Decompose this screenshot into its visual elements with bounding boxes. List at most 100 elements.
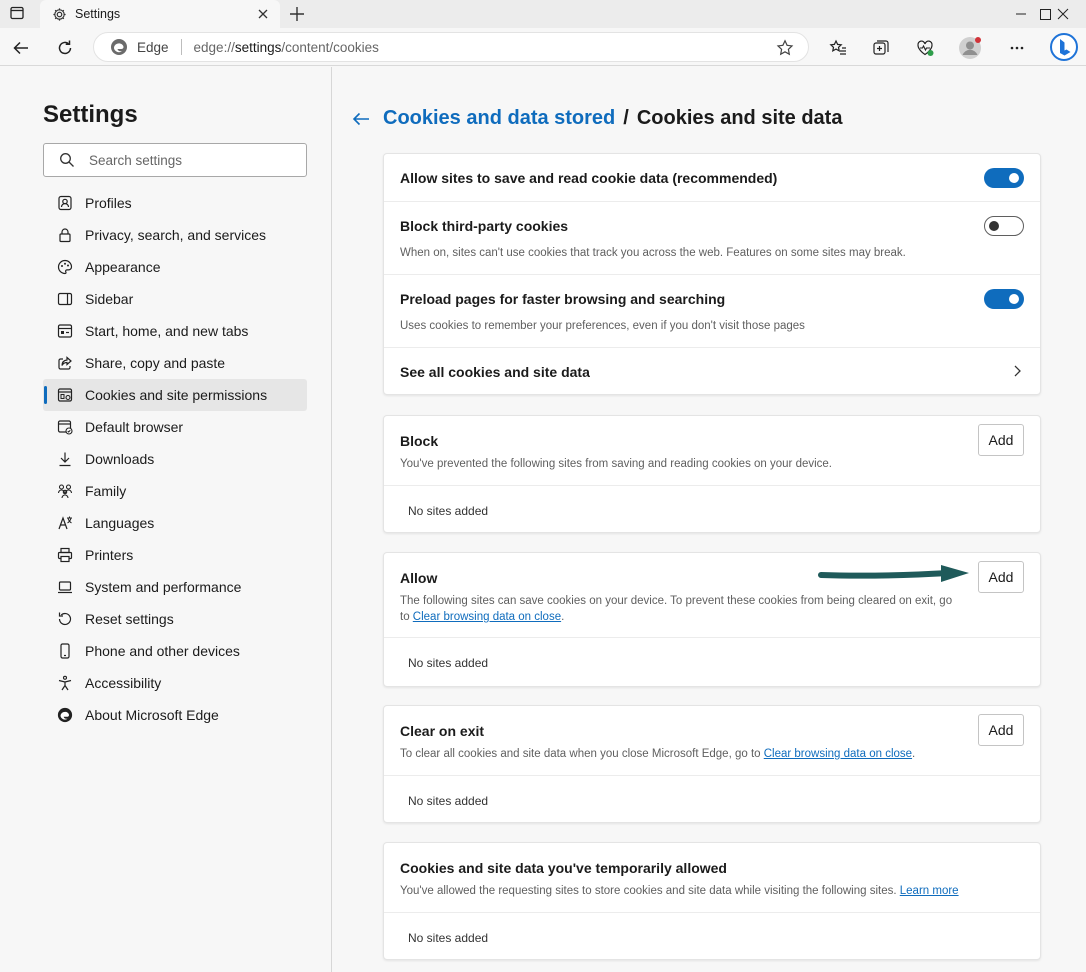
profile-button[interactable] bbox=[958, 36, 982, 60]
close-tab-icon[interactable] bbox=[256, 7, 270, 21]
search-box[interactable] bbox=[43, 143, 307, 177]
see-all-cookies-title: See all cookies and site data bbox=[400, 364, 590, 380]
sidebar-item-label: Sidebar bbox=[85, 291, 134, 307]
sidebar-item-reset[interactable]: Reset settings bbox=[43, 603, 307, 635]
sidebar-item-appearance[interactable]: Appearance bbox=[43, 251, 307, 283]
clear-on-exit-desc: To clear all cookies and site data when … bbox=[400, 748, 916, 760]
sidebar-item-label: Default browser bbox=[85, 419, 184, 435]
refresh-icon bbox=[58, 40, 72, 55]
sidebar-item-share[interactable]: Share, copy and paste bbox=[43, 347, 307, 379]
preload-toggle[interactable] bbox=[984, 289, 1024, 309]
allow-title: Allow bbox=[400, 570, 438, 586]
home-tabs-icon bbox=[57, 324, 73, 338]
sidebar-item-cookies[interactable]: Cookies and site permissions bbox=[43, 379, 307, 411]
refresh-button[interactable] bbox=[53, 36, 77, 60]
close-icon bbox=[1057, 8, 1069, 20]
bing-icon bbox=[1050, 33, 1078, 61]
close-window-button[interactable] bbox=[1040, 0, 1086, 28]
block-card: Block You've prevented the following sit… bbox=[383, 415, 1041, 533]
back-arrow-icon[interactable] bbox=[351, 109, 371, 129]
sidebar-icon bbox=[57, 292, 73, 306]
block-header-row: Block You've prevented the following sit… bbox=[384, 416, 1040, 486]
sidebar-item-label: Phone and other devices bbox=[85, 643, 240, 659]
sidebar-item-label: Accessibility bbox=[85, 675, 162, 691]
edge-logo-icon bbox=[111, 39, 127, 55]
bing-copilot-button[interactable] bbox=[1049, 32, 1079, 62]
temp-allowed-empty-text: No sites added bbox=[408, 931, 489, 945]
clear-browsing-data-link[interactable]: Clear browsing data on close bbox=[764, 748, 912, 760]
accessibility-icon bbox=[58, 675, 72, 691]
sidebar-item-label: Printers bbox=[85, 547, 134, 563]
back-arrow-icon bbox=[13, 41, 28, 55]
sidebar-item-label: Downloads bbox=[85, 451, 155, 467]
chevron-right-icon bbox=[1014, 365, 1021, 377]
collections-icon bbox=[873, 40, 889, 55]
temp-allowed-header-row: Cookies and site data you've temporarily… bbox=[384, 843, 1040, 913]
sidebar-item-downloads[interactable]: Downloads bbox=[43, 443, 307, 475]
page-title: Settings bbox=[43, 101, 138, 128]
omnibox-divider bbox=[180, 39, 182, 55]
sidebar-item-label: System and performance bbox=[85, 579, 242, 595]
sidebar-item-default-browser[interactable]: Default browser bbox=[43, 411, 307, 443]
favorite-star-icon[interactable] bbox=[776, 39, 794, 57]
learn-more-link[interactable]: Learn more bbox=[900, 885, 959, 897]
sidebar-item-languages[interactable]: Languages bbox=[43, 507, 307, 539]
allow-save-toggle[interactable] bbox=[984, 168, 1024, 188]
edge-logo-icon bbox=[57, 707, 73, 723]
preload-title: Preload pages for faster browsing and se… bbox=[400, 291, 726, 307]
block-desc: You've prevented the following sites fro… bbox=[400, 458, 833, 470]
title-bar: Settings bbox=[0, 0, 1086, 28]
printer-icon bbox=[57, 547, 73, 563]
block-third-party-desc: When on, sites can't use cookies that tr… bbox=[400, 247, 906, 259]
tab-title: Settings bbox=[75, 7, 121, 21]
sidebar-item-privacy[interactable]: Privacy, search, and services bbox=[43, 219, 307, 251]
ellipsis-icon bbox=[1010, 46, 1024, 50]
sidebar-item-label: Start, home, and new tabs bbox=[85, 323, 249, 339]
search-input[interactable] bbox=[89, 152, 289, 168]
address-bar[interactable]: Edge edge://settings/content/cookies bbox=[93, 32, 809, 62]
allow-add-button[interactable]: Add bbox=[978, 561, 1024, 593]
block-add-button[interactable]: Add bbox=[978, 424, 1024, 456]
sidebar-item-family[interactable]: Family bbox=[43, 475, 307, 507]
default-browser-icon bbox=[57, 420, 73, 435]
allow-empty-text: No sites added bbox=[408, 656, 489, 670]
settings-sidebar: Settings Profiles Privacy, search, and s… bbox=[0, 67, 332, 972]
browser-tab[interactable]: Settings bbox=[40, 0, 280, 28]
block-third-party-title: Block third-party cookies bbox=[400, 218, 569, 234]
breadcrumb-parent-link[interactable]: Cookies and data stored bbox=[383, 107, 615, 130]
back-button[interactable] bbox=[9, 36, 33, 60]
see-all-cookies-row[interactable]: See all cookies and site data bbox=[384, 348, 1040, 394]
sidebar-item-label: About Microsoft Edge bbox=[85, 707, 219, 723]
sidebar-item-printers[interactable]: Printers bbox=[43, 539, 307, 571]
browser-essentials-button[interactable] bbox=[913, 36, 937, 60]
sidebar-item-sidebar[interactable]: Sidebar bbox=[43, 283, 307, 315]
sidebar-item-phone[interactable]: Phone and other devices bbox=[43, 635, 307, 667]
allow-save-row: Allow sites to save and read cookie data… bbox=[384, 154, 1040, 202]
favorites-button[interactable] bbox=[826, 36, 850, 60]
gear-icon bbox=[53, 7, 66, 21]
sidebar-item-start-home[interactable]: Start, home, and new tabs bbox=[43, 315, 307, 347]
sidebar-item-label: Privacy, search, and services bbox=[85, 227, 267, 243]
collections-button[interactable] bbox=[869, 36, 893, 60]
sidebar-item-accessibility[interactable]: Accessibility bbox=[43, 667, 307, 699]
profile-icon bbox=[58, 195, 72, 211]
sidebar-item-about[interactable]: About Microsoft Edge bbox=[43, 699, 307, 731]
preload-desc: Uses cookies to remember your preference… bbox=[400, 320, 805, 332]
tab-actions-icon[interactable] bbox=[6, 4, 28, 22]
block-list: No sites added bbox=[384, 486, 1040, 533]
more-menu-button[interactable] bbox=[1005, 36, 1029, 60]
block-third-party-toggle[interactable] bbox=[984, 216, 1024, 236]
block-third-party-row: Block third-party cookies When on, sites… bbox=[384, 202, 1040, 275]
clear-browsing-data-link[interactable]: Clear browsing data on close bbox=[413, 611, 561, 623]
favorites-list-icon bbox=[829, 39, 846, 55]
sidebar-item-system[interactable]: System and performance bbox=[43, 571, 307, 603]
phone-icon bbox=[60, 643, 70, 659]
clear-on-exit-add-button[interactable]: Add bbox=[978, 714, 1024, 746]
clear-on-exit-card: Clear on exit To clear all cookies and s… bbox=[383, 705, 1041, 823]
reset-icon bbox=[58, 612, 72, 626]
sidebar-item-label: Cookies and site permissions bbox=[85, 387, 268, 403]
new-tab-icon[interactable] bbox=[288, 5, 306, 23]
sidebar-item-label: Appearance bbox=[85, 259, 161, 275]
sidebar-item-profiles[interactable]: Profiles bbox=[43, 187, 307, 219]
languages-icon bbox=[58, 516, 72, 530]
